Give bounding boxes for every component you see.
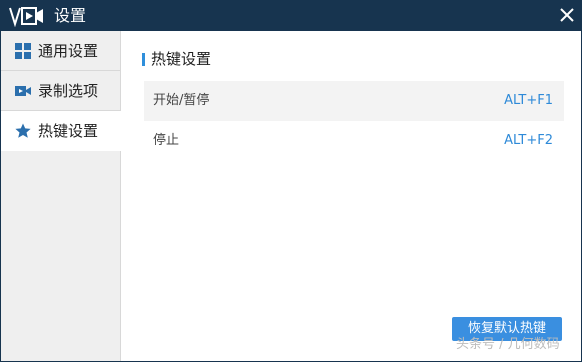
sidebar-item-recording[interactable]: 录制选项 bbox=[1, 71, 121, 111]
sidebar-item-label: 通用设置 bbox=[38, 42, 99, 60]
settings-window: 设置 通用设置 录制选项 热键设置 热键设置 开始/暂停 ALT+F1 停止 A… bbox=[0, 0, 582, 362]
sidebar-item-label: 录制选项 bbox=[38, 82, 99, 100]
sidebar-item-hotkeys[interactable]: 热键设置 bbox=[1, 111, 122, 151]
sidebar-item-general[interactable]: 通用设置 bbox=[1, 31, 121, 71]
hotkey-row-start-pause[interactable]: 开始/暂停 ALT+F1 bbox=[144, 81, 564, 121]
watermark: 头条号 / 几何数码 bbox=[456, 337, 560, 352]
hotkey-value[interactable]: ALT+F2 bbox=[504, 121, 553, 161]
title-bar: 设置 bbox=[1, 0, 581, 31]
hotkey-value[interactable]: ALT+F1 bbox=[504, 81, 553, 121]
sidebar: 通用设置 录制选项 热键设置 bbox=[1, 31, 122, 361]
hotkey-name: 开始/暂停 bbox=[153, 93, 210, 108]
video-camera-icon bbox=[15, 86, 31, 96]
hotkey-row-stop[interactable]: 停止 ALT+F2 bbox=[144, 121, 564, 161]
window-title: 设置 bbox=[54, 6, 87, 25]
sidebar-item-label: 热键设置 bbox=[38, 122, 99, 140]
app-logo-icon bbox=[9, 7, 43, 27]
hotkey-settings-panel: 热键设置 开始/暂停 ALT+F1 停止 ALT+F2 恢复默认热键 bbox=[121, 31, 581, 361]
close-icon[interactable] bbox=[555, 3, 579, 27]
section-accent-bar bbox=[142, 53, 145, 66]
hotkey-name: 停止 bbox=[153, 133, 180, 148]
star-icon bbox=[15, 123, 31, 138]
grid-icon bbox=[15, 43, 31, 59]
section-title: 热键设置 bbox=[151, 50, 212, 68]
